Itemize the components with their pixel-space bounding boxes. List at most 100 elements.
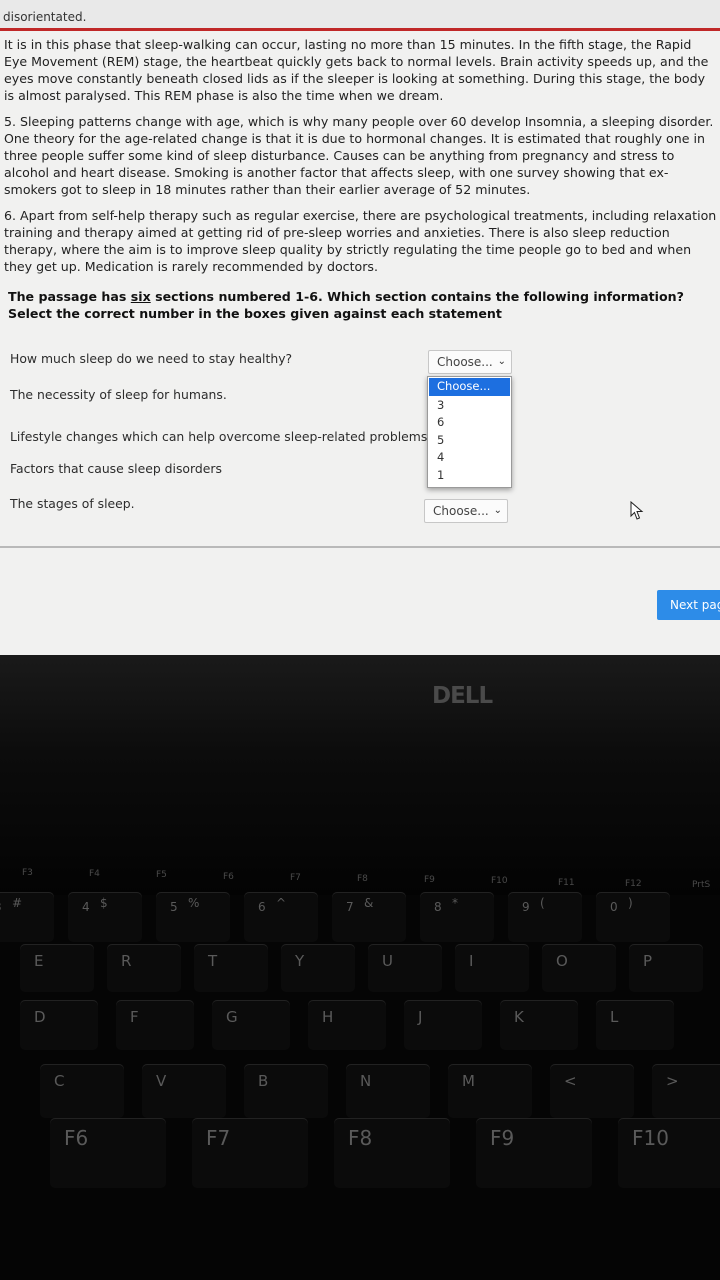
chevron-down-icon: ⌄ [493,505,502,516]
function-key-label: F3 [22,868,33,878]
keyboard-key[interactable]: Y [281,944,355,992]
keyboard-key[interactable]: D [20,1000,98,1050]
dropdown-option[interactable]: 5 [428,432,511,450]
task-instructions: The passage has six sections numbered 1-… [8,288,708,322]
key-symbol-label: # [12,896,23,910]
function-key-label: F10 [491,876,508,886]
key-symbol-label: & [364,896,374,910]
keyboard-key[interactable]: R [107,944,181,992]
keyboard-key[interactable]: E [20,944,94,992]
task-text-six: six [130,289,151,304]
keyboard-key[interactable]: 0 [596,892,670,942]
question-2: The necessity of sleep for humans. [10,387,227,402]
keyboard-key[interactable]: C [40,1064,124,1118]
function-key-label: F4 [89,869,100,879]
key-label: I [469,952,474,970]
keyboard-key[interactable]: M [448,1064,532,1118]
key-label: 8 [434,900,442,914]
key-label: < [564,1072,577,1090]
function-key-label: F11 [558,878,575,888]
function-key-label: F7 [290,873,301,883]
key-symbol-label: ( [540,896,545,910]
paragraph-6: 6. Apart from self-help therapy such as … [4,208,717,274]
function-key-label: PrtS [692,880,711,890]
key-label: 9 [522,900,530,914]
key-label: J [418,1008,423,1026]
keyboard-key[interactable]: H [308,1000,386,1050]
key-label: 7 [346,900,354,914]
dropdown-option[interactable]: 3 [428,397,511,415]
keyboard-key[interactable]: G [212,1000,290,1050]
keyboard-key[interactable]: F8 [334,1118,450,1188]
task-text-line2: Select the correct number in the boxes g… [8,306,502,321]
keyboard-key[interactable]: K [500,1000,578,1050]
key-label: M [462,1072,475,1090]
key-label: G [226,1008,238,1026]
key-label: F10 [632,1126,669,1150]
question-1: How much sleep do we need to stay health… [10,351,293,366]
keyboard-key[interactable]: N [346,1064,430,1118]
key-label: B [258,1072,269,1090]
key-label: 6 [258,900,266,914]
key-symbol-label: ) [628,896,633,910]
dropdown-option[interactable]: Choose... [429,378,510,396]
dell-logo: DELL [432,683,493,709]
keyboard-key[interactable]: F10 [618,1118,720,1188]
function-key-label: F5 [156,870,167,880]
chevron-down-icon: ⌄ [497,356,506,367]
keyboard-key[interactable]: T [194,944,268,992]
keyboard-key[interactable]: O [542,944,616,992]
key-label: F9 [490,1126,515,1150]
dropdown-option[interactable]: 6 [428,414,511,432]
function-key-label: F12 [625,879,642,889]
key-label: D [34,1008,46,1026]
key-label: 3 [0,900,2,914]
key-label: R [121,952,132,970]
paragraph-4-continuation: It is in this phase that sleep-walking c… [4,37,709,103]
key-symbol-label: % [188,896,200,910]
keyboard-key[interactable]: 3 [0,892,54,942]
keyboard-key[interactable]: F [116,1000,194,1050]
key-label: K [514,1008,524,1026]
keyboard-key[interactable]: V [142,1064,226,1118]
top-bar: disorientated. [0,0,720,31]
key-symbol-label: * [452,896,458,910]
next-page-button[interactable]: Next pag [657,590,720,620]
keyboard-key[interactable]: I [455,944,529,992]
keyboard-key[interactable]: < [550,1064,634,1118]
keyboard-key[interactable]: F9 [476,1118,592,1188]
keyboard-key[interactable]: 9 [508,892,582,942]
key-label: V [156,1072,167,1090]
key-label: U [382,952,393,970]
key-label: O [556,952,568,970]
keyboard-key[interactable]: P [629,944,703,992]
key-label: 4 [82,900,90,914]
question-5: The stages of sleep. [10,496,135,511]
laptop-bezel: DELL [0,655,720,895]
question-3: Lifestyle changes which can help overcom… [10,429,428,444]
key-label: P [643,952,653,970]
key-label: T [208,952,218,970]
keyboard-key[interactable]: J [404,1000,482,1050]
answer-select-1[interactable]: Choose... ⌄ [428,350,512,374]
task-text-a: The passage has [8,289,131,304]
question-4: Factors that cause sleep disorders [10,461,222,476]
keyboard-key[interactable]: U [368,944,442,992]
keyboard-key[interactable]: F6 [50,1118,166,1188]
key-label: F7 [206,1126,231,1150]
keyboard-key[interactable]: L [596,1000,674,1050]
function-key-label: F9 [424,875,435,885]
answer-select-5[interactable]: Choose... ⌄ [424,499,508,523]
key-label: F6 [64,1126,89,1150]
key-symbol-label: ^ [276,896,287,910]
select-dropdown-list[interactable]: Choose... 3 6 5 4 1 [427,376,512,488]
keyboard-key[interactable]: B [244,1064,328,1118]
keyboard-key[interactable]: > [652,1064,720,1118]
dropdown-option[interactable]: 1 [428,467,511,485]
dropdown-option[interactable]: 4 [428,449,511,467]
key-label: C [54,1072,65,1090]
key-label: Y [295,952,305,970]
key-label: > [666,1072,679,1090]
keyboard-key[interactable]: F7 [192,1118,308,1188]
key-label: F8 [348,1126,373,1150]
